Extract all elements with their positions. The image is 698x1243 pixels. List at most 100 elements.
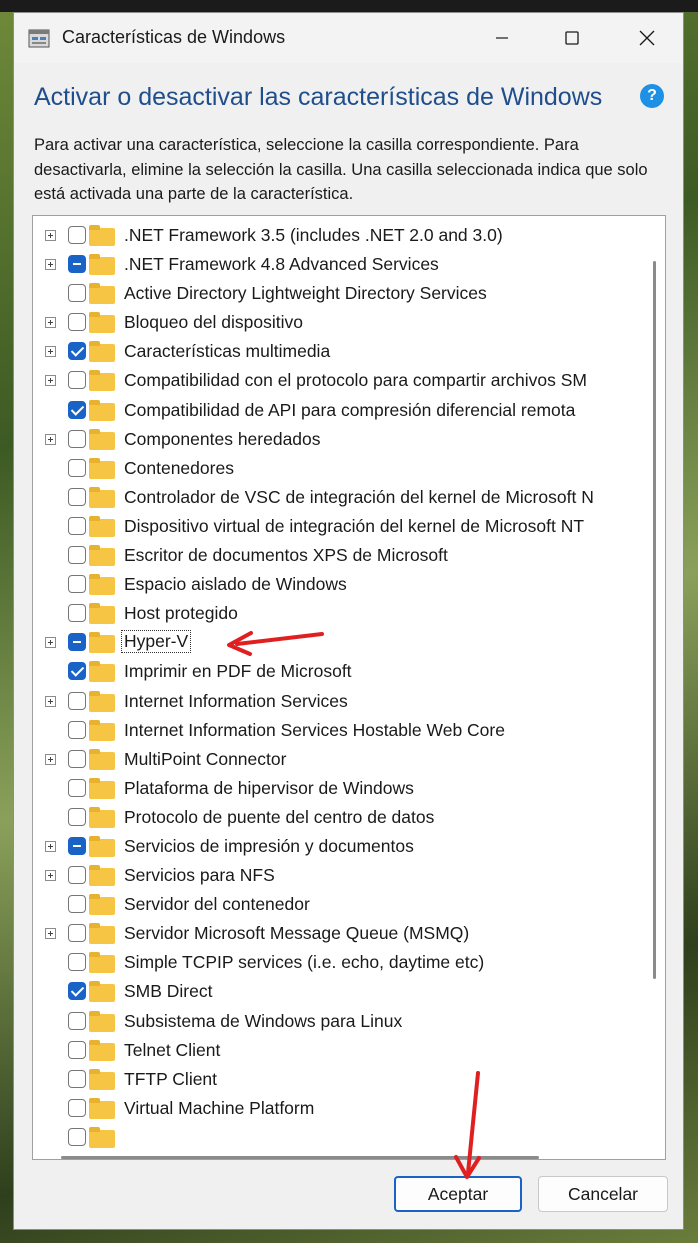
feature-row[interactable]: Imprimir en PDF de Microsoft <box>33 658 665 687</box>
close-button[interactable] <box>624 13 670 63</box>
feature-checkbox[interactable] <box>68 633 86 652</box>
feature-checkbox[interactable] <box>68 924 86 943</box>
feature-checkbox[interactable] <box>68 807 86 826</box>
expand-plus-icon[interactable] <box>45 840 56 852</box>
feature-checkbox[interactable] <box>68 516 86 535</box>
feature-row[interactable]: Servidor del contenedor <box>33 891 665 920</box>
feature-checkbox[interactable] <box>68 487 86 506</box>
feature-row[interactable]: Simple TCPIP services (i.e. echo, daytim… <box>33 949 665 978</box>
feature-checkbox[interactable] <box>68 604 86 623</box>
accept-button[interactable]: Aceptar <box>394 1176 522 1212</box>
feature-row[interactable]: Plataforma de hipervisor de Windows <box>33 775 665 804</box>
feature-row[interactable]: MultiPoint Connector <box>33 746 665 775</box>
feature-checkbox[interactable] <box>68 1127 86 1146</box>
expand-plus-icon[interactable] <box>45 637 56 649</box>
cancel-button[interactable]: Cancelar <box>538 1176 668 1212</box>
expand-plus-icon[interactable] <box>45 230 56 241</box>
feature-checkbox[interactable] <box>68 866 86 885</box>
feature-row[interactable]: Escritor de documentos XPS de Microsoft <box>33 542 665 571</box>
feature-label: Servidor Microsoft Message Queue (MSMQ) <box>124 923 470 944</box>
feature-checkbox[interactable] <box>68 371 86 390</box>
feature-row[interactable]: Compatibilidad de API para compresión di… <box>33 397 665 426</box>
feature-row[interactable]: Servicios para NFS <box>33 862 665 891</box>
feature-checkbox[interactable] <box>68 662 86 681</box>
feature-checkbox[interactable] <box>68 575 86 594</box>
feature-row[interactable]: Virtual Machine Platform <box>33 1095 665 1124</box>
expand-plus-icon[interactable] <box>45 346 56 358</box>
minimize-button[interactable] <box>479 13 525 63</box>
expand-plus-icon[interactable] <box>45 433 56 445</box>
feature-row[interactable]: .NET Framework 4.8 Advanced Services <box>33 251 665 280</box>
feature-label: Active Directory Lightweight Directory S… <box>124 283 487 304</box>
feature-row[interactable]: Dispositivo virtual de integración del k… <box>33 513 665 542</box>
feature-checkbox[interactable] <box>68 1069 86 1088</box>
title-bar[interactable]: Características de Windows <box>14 13 683 63</box>
feature-label: Compatibilidad de API para compresión di… <box>124 399 576 420</box>
feature-checkbox[interactable] <box>68 255 86 274</box>
feature-checkbox[interactable] <box>68 778 86 797</box>
feature-row[interactable]: Host protegido <box>33 600 665 629</box>
expand-plus-icon[interactable] <box>45 928 56 940</box>
feature-checkbox[interactable] <box>68 546 86 565</box>
folder-icon <box>89 719 115 741</box>
feature-row[interactable]: Servicios de impresión y documentos <box>33 833 665 862</box>
expand-plus-icon[interactable] <box>45 317 56 329</box>
feature-checkbox[interactable] <box>68 982 86 1001</box>
feature-checkbox[interactable] <box>68 400 86 419</box>
feature-row[interactable]: Active Directory Lightweight Directory S… <box>33 280 665 309</box>
horizontal-scrollbar[interactable] <box>61 1156 539 1159</box>
feature-label: Contenedores <box>124 457 234 478</box>
expand-plus-icon[interactable] <box>45 695 56 707</box>
feature-checkbox[interactable] <box>68 691 86 710</box>
feature-row[interactable]: Compatibilidad con el protocolo para com… <box>33 367 665 396</box>
feature-row[interactable]: Protocolo de puente del centro de datos <box>33 804 665 833</box>
feature-label: Plataforma de hipervisor de Windows <box>124 777 414 798</box>
feature-checkbox[interactable] <box>68 313 86 332</box>
feature-row[interactable] <box>33 1124 665 1153</box>
folder-icon <box>89 806 115 828</box>
feature-row[interactable]: Contenedores <box>33 455 665 484</box>
feature-row[interactable]: Internet Information Services Hostable W… <box>33 717 665 746</box>
features-tree[interactable]: .NET Framework 3.5 (includes .NET 2.0 an… <box>32 215 666 1160</box>
feature-checkbox[interactable] <box>68 342 86 361</box>
feature-row[interactable]: Servidor Microsoft Message Queue (MSMQ) <box>33 920 665 949</box>
feature-row[interactable]: Espacio aislado de Windows <box>33 571 665 600</box>
minimize-icon <box>496 37 508 39</box>
feature-row[interactable]: Hyper-V <box>33 629 665 658</box>
feature-checkbox[interactable] <box>68 458 86 477</box>
folder-icon <box>89 283 115 305</box>
feature-row[interactable]: Telnet Client <box>33 1037 665 1066</box>
expand-plus-icon[interactable] <box>45 375 56 387</box>
expand-plus-icon[interactable] <box>45 753 56 765</box>
feature-checkbox[interactable] <box>68 429 86 448</box>
feature-checkbox[interactable] <box>68 226 86 244</box>
feature-row[interactable]: .NET Framework 3.5 (includes .NET 2.0 an… <box>33 222 665 251</box>
feature-checkbox[interactable] <box>68 749 86 768</box>
feature-row[interactable]: TFTP Client <box>33 1066 665 1095</box>
feature-checkbox[interactable] <box>68 953 86 972</box>
feature-label: Host protegido <box>124 603 238 624</box>
feature-checkbox[interactable] <box>68 720 86 739</box>
feature-row[interactable]: Internet Information Services <box>33 688 665 717</box>
maximize-button[interactable] <box>549 13 595 63</box>
feature-row[interactable]: Componentes heredados <box>33 426 665 455</box>
feature-checkbox[interactable] <box>68 895 86 914</box>
vertical-scrollbar[interactable] <box>653 261 656 979</box>
feature-row[interactable]: Subsistema de Windows para Linux <box>33 1008 665 1037</box>
feature-checkbox[interactable] <box>68 1098 86 1117</box>
feature-row[interactable]: SMB Direct <box>33 978 665 1007</box>
feature-row[interactable]: Controlador de VSC de integración del ke… <box>33 484 665 513</box>
description-text: Para activar una característica, selecci… <box>34 136 648 203</box>
help-icon[interactable]: ? <box>640 84 664 108</box>
feature-checkbox[interactable] <box>68 284 86 303</box>
feature-label: SMB Direct <box>124 981 213 1002</box>
expand-plus-icon[interactable] <box>45 259 56 271</box>
feature-row[interactable]: Bloqueo del dispositivo <box>33 309 665 338</box>
feature-checkbox[interactable] <box>68 1040 86 1059</box>
expand-plus-icon[interactable] <box>45 870 56 882</box>
feature-checkbox[interactable] <box>68 836 86 855</box>
folder-icon <box>89 574 115 596</box>
feature-row[interactable]: Características multimedia <box>33 338 665 367</box>
folder-icon <box>89 1039 115 1061</box>
feature-checkbox[interactable] <box>68 1011 86 1030</box>
